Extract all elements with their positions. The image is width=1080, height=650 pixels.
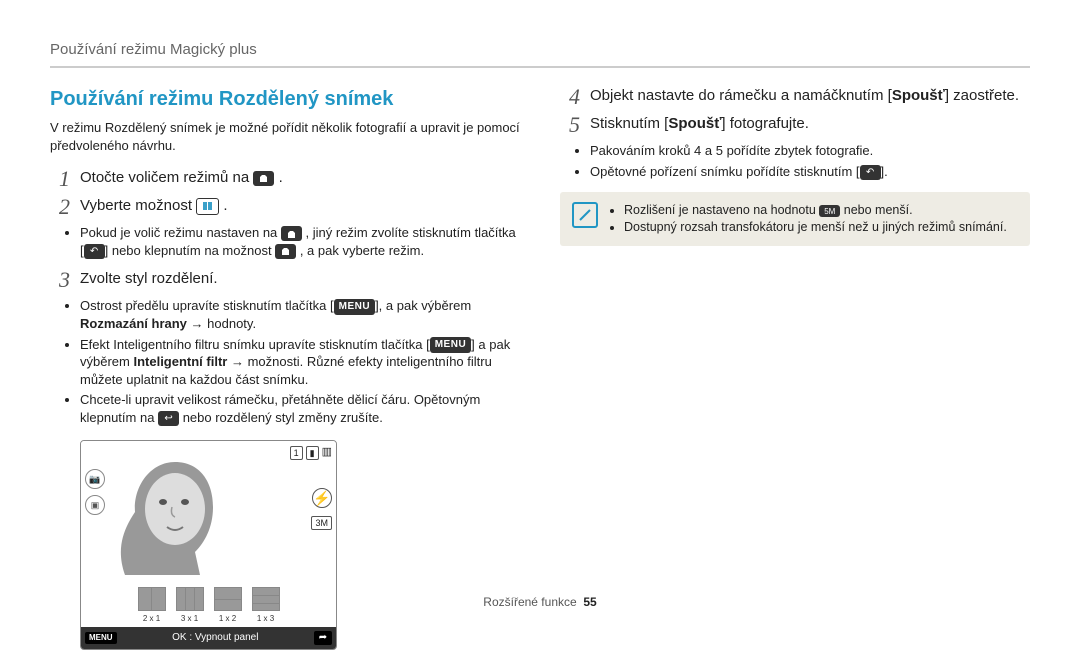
step-2-note: Pokud je volič režimu nastaven na , jiný… bbox=[80, 224, 520, 259]
mode-dial-icon bbox=[275, 244, 296, 259]
lcd-share-button[interactable]: ➦ bbox=[314, 631, 332, 645]
step-3-note-c: Chcete-li upravit velikost rámečku, přet… bbox=[80, 391, 520, 426]
mode-icon: ▣ bbox=[85, 495, 105, 515]
step-2-text: Vyberte možnost . bbox=[80, 196, 520, 218]
step-1-text: Otočte voličem režimů na . bbox=[80, 168, 520, 190]
undo-icon: ↩ bbox=[158, 411, 179, 426]
step-number-2: 2 bbox=[50, 196, 70, 218]
mode-dial-icon bbox=[253, 171, 274, 186]
step-number-5: 5 bbox=[560, 114, 580, 136]
back-icon: ↶ bbox=[84, 244, 105, 259]
resolution-badge: 3M bbox=[311, 516, 332, 530]
memory-icon: ▮ bbox=[306, 446, 319, 460]
section-heading: Používání režimu Rozdělený snímek bbox=[50, 86, 520, 113]
step-5-note-b: Opětovné pořízení snímku pořídíte stiskn… bbox=[590, 163, 1030, 181]
split-mode-icon bbox=[196, 198, 219, 215]
step-number-1: 1 bbox=[50, 168, 70, 190]
step-3-text: Zvolte styl rozdělení. bbox=[80, 269, 520, 291]
step-5-note-a: Pakováním kroků 4 a 5 pořídíte zbytek fo… bbox=[590, 142, 1030, 160]
shot-count: 1 bbox=[290, 446, 303, 460]
left-column: Používání režimu Rozdělený snímek V reži… bbox=[50, 86, 520, 650]
lcd-hint-text: OK : Vypnout panel bbox=[123, 631, 308, 645]
mode-dial-icon bbox=[281, 226, 302, 241]
step-number-3: 3 bbox=[50, 269, 70, 291]
camera-lcd-preview: 📷 ▣ 1 ▮ ▥ bbox=[80, 440, 337, 650]
menu-icon: MENU bbox=[334, 299, 375, 315]
resolution-icon: 5M bbox=[819, 205, 840, 217]
flash-icon: ⚡ bbox=[312, 488, 332, 508]
step-5-text: Stisknutím [Spoušť] fotografujte. bbox=[590, 114, 1030, 136]
step-3-note-b: Efekt Inteligentního filtru snímku uprav… bbox=[80, 336, 520, 389]
divider bbox=[50, 66, 1030, 68]
callout-line-2: Dostupný rozsah transfokátoru je menší n… bbox=[624, 219, 1007, 236]
face-illustration bbox=[105, 447, 235, 577]
lcd-menu-button[interactable]: MENU bbox=[85, 632, 117, 645]
right-column: 4 Objekt nastavte do rámečku a namáčknut… bbox=[560, 86, 1030, 650]
info-icon bbox=[572, 202, 598, 228]
step-4-text: Objekt nastavte do rámečku a namáčknutím… bbox=[590, 86, 1030, 108]
menu-icon: MENU bbox=[430, 337, 471, 353]
camera-icon: 📷 bbox=[85, 469, 105, 489]
intro-text: V režimu Rozdělený snímek je možné poříd… bbox=[50, 119, 520, 154]
breadcrumb: Používání režimu Magický plus bbox=[50, 40, 1030, 60]
back-icon: ↶ bbox=[860, 165, 881, 180]
step-number-4: 4 bbox=[560, 86, 580, 108]
page-footer: Rozšířené funkce 55 bbox=[0, 594, 1080, 610]
battery-icon: ▥ bbox=[322, 445, 332, 460]
callout-line-1: Rozlišení je nastaveno na hodnotu 5M neb… bbox=[624, 202, 1007, 219]
step-3-note-a: Ostrost předělu upravíte stisknutím tlač… bbox=[80, 297, 520, 332]
info-callout: Rozlišení je nastaveno na hodnotu 5M neb… bbox=[560, 192, 1030, 246]
